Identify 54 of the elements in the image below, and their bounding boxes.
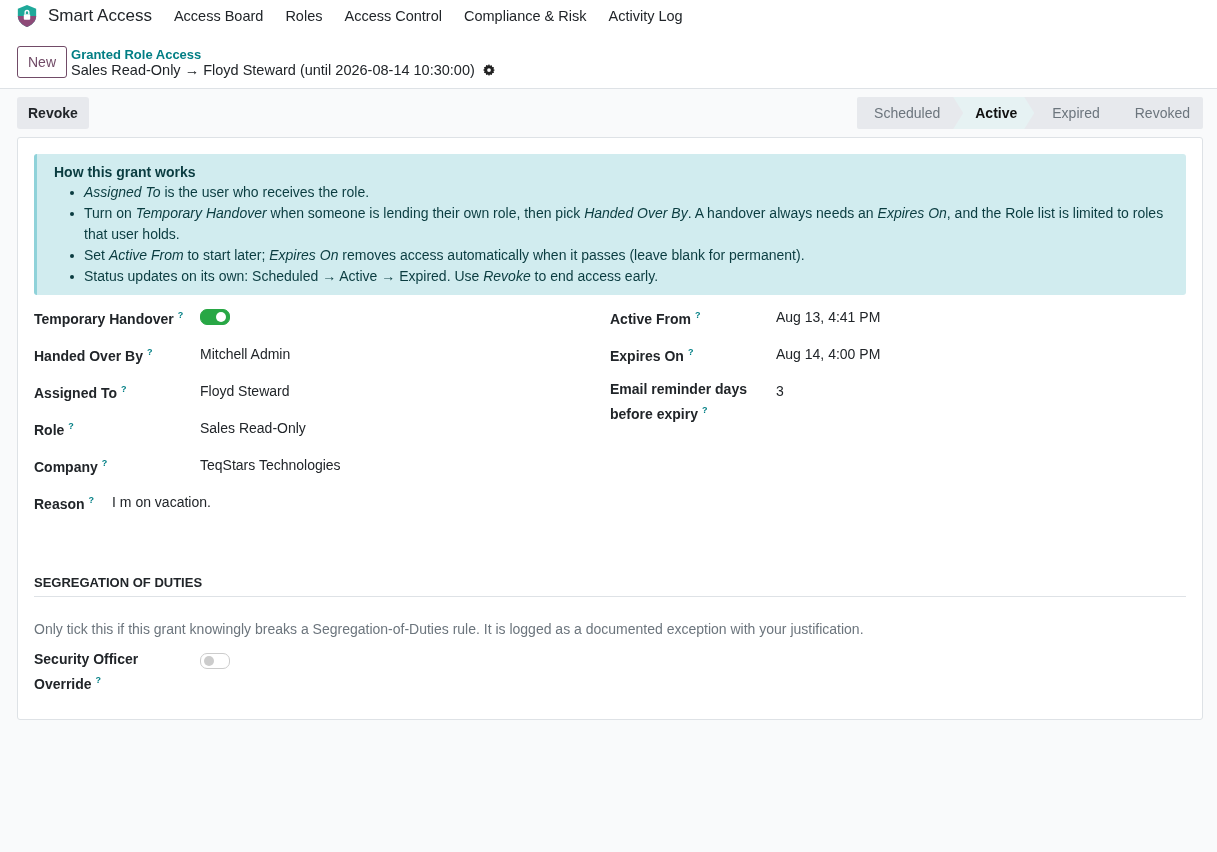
toggle-switch[interactable] — [200, 309, 230, 325]
field-value[interactable]: Mitchell Admin — [200, 342, 291, 365]
info-text: Set Active From to start later; Expires On removes access automatically when it passes (leave blank for permanent). — [84, 246, 805, 265]
field-label: Handed Over By — [34, 347, 143, 364]
section-heading: SEGREGATION OF DUTIES — [34, 575, 1186, 597]
info-title: How this grant works — [54, 164, 197, 180]
field-label: Expires On $^{?}$ — [610, 347, 694, 364]
field-value[interactable]: Sales Read-Only — [200, 416, 306, 439]
menu-item[interactable]: Access Control — [344, 8, 442, 24]
field-value[interactable]: Aug 14, 4:00 PM — [776, 342, 881, 365]
section-note: Only tick this if this grant knowingly breaks a Segregation-of-Duties rule. It is logged as a documented exception with your justification. — [34, 621, 865, 637]
revoke-button[interactable]: Revoke — [17, 97, 89, 129]
toggle-switch[interactable] — [200, 653, 230, 669]
settings-icon[interactable] — [482, 63, 495, 76]
menu-item[interactable]: Access Board — [173, 8, 264, 24]
app-name[interactable]: Smart Access — [48, 6, 152, 26]
bullet-icon — [70, 191, 74, 195]
field-label: Company — [34, 458, 98, 475]
field-label: Assigned To — [34, 384, 117, 401]
field-label: Reason — [34, 495, 85, 512]
menu-item[interactable]: Activity Log — [608, 8, 683, 24]
help-tooltip[interactable]: ? — [687, 347, 694, 357]
field-label: Security Officer Override $^{?}$ — [34, 651, 139, 692]
help-tooltip[interactable]: ? — [88, 495, 95, 505]
breadcrumb-link[interactable]: Granted Role Access — [71, 46, 495, 62]
record-title: Sales Read-Only → Floyd Steward (until 2026-08-14 10:30:00) — [71, 61, 475, 78]
field-label: Role — [34, 421, 65, 438]
field-value[interactable]: Aug 13, 4:41 PM — [776, 305, 881, 328]
info-text: Assigned To is the user who receives the role. — [84, 183, 370, 202]
help-tooltip[interactable]: ? — [146, 347, 153, 357]
field-value[interactable]: Floyd Steward — [200, 379, 290, 402]
menu-item[interactable]: Compliance & Risk — [464, 8, 587, 24]
bullet-icon — [70, 275, 74, 279]
help-tooltip[interactable]: ? — [694, 310, 701, 320]
status-stage[interactable]: Active — [953, 97, 1035, 129]
field-value[interactable]: I m on vacation. — [112, 490, 211, 513]
help-tooltip[interactable]: ? — [701, 405, 708, 415]
field-value[interactable]: 3 — [776, 379, 784, 402]
help-tooltip[interactable]: ? — [120, 384, 127, 394]
help-tooltip[interactable]: ? — [95, 675, 102, 685]
new-button[interactable]: New — [17, 46, 67, 78]
field-label: Temporary Handover — [34, 310, 174, 327]
field-value[interactable]: TeqStars Technologies — [200, 453, 341, 476]
info-text: Turn on Temporary Handover when someone is lending their own role, then pick Handed Over By. A handover always needs an Expires On, and the Role list is limited to roles that user holds. — [84, 204, 1165, 244]
shield-lock-icon — [16, 4, 38, 28]
bullet-icon — [70, 212, 74, 216]
field-label: Active From $^{?}$ — [610, 310, 701, 327]
help-tooltip[interactable]: ? — [68, 421, 74, 431]
help-tooltip[interactable]: ? — [177, 310, 184, 320]
field-label: Email reminder days before expiry $^{?}$ — [610, 381, 747, 422]
menu-item[interactable]: Roles — [285, 8, 323, 24]
bullet-icon — [70, 254, 74, 258]
info-text: Status updates on its own: Scheduled → Active → Expired. Use Revoke to end access early. — [84, 267, 659, 286]
help-tooltip[interactable]: ? — [101, 458, 108, 468]
